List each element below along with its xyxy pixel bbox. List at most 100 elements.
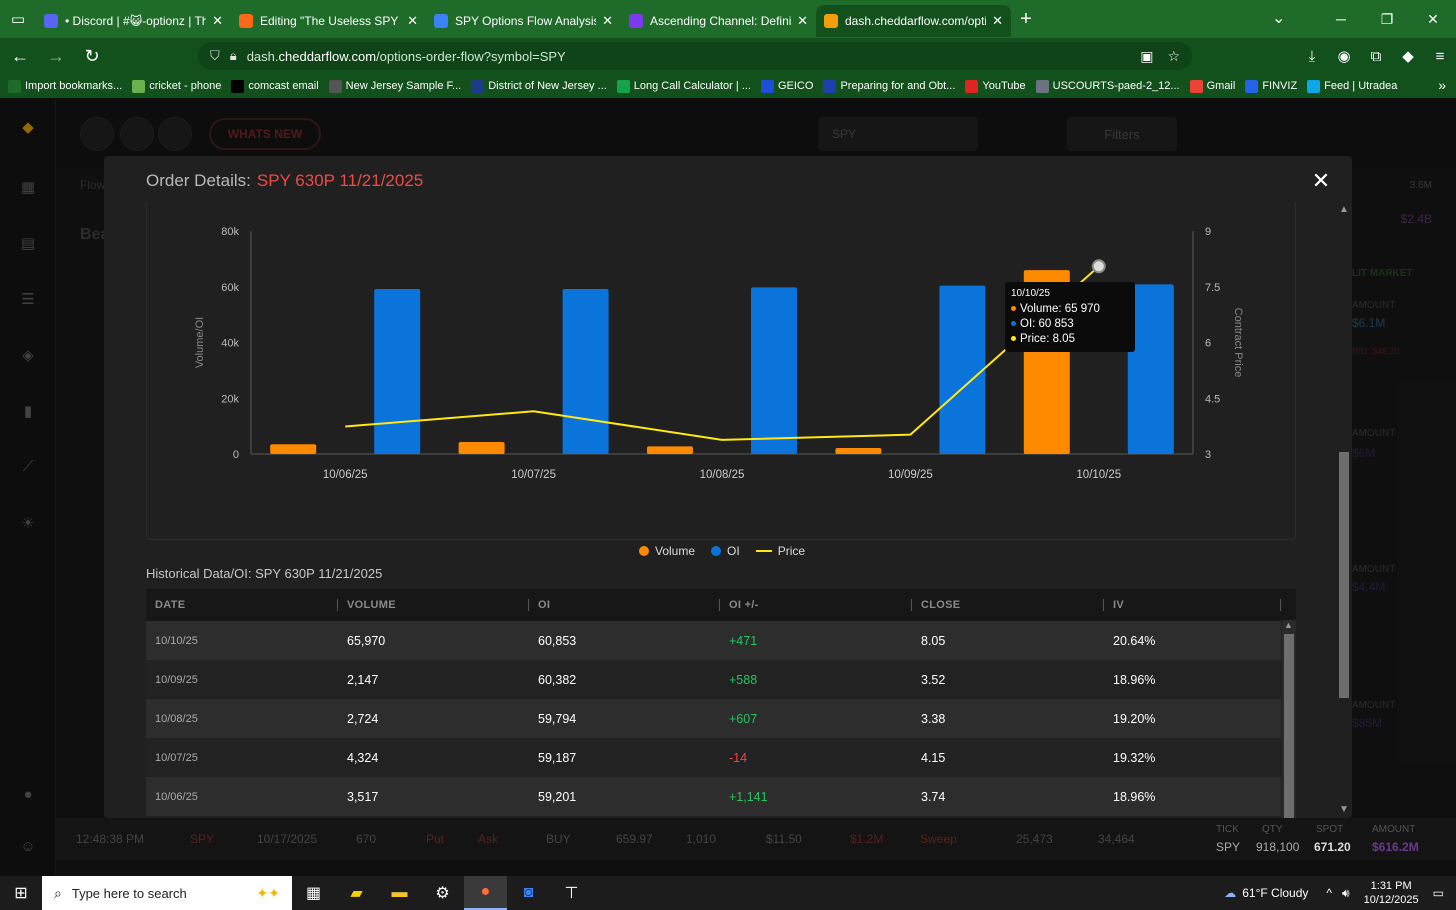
restore-icon[interactable]: ❐ bbox=[1364, 0, 1410, 38]
bookmark-item[interactable]: GEICO bbox=[760, 79, 813, 93]
bookmark-item[interactable]: FINVIZ bbox=[1245, 79, 1297, 93]
table-row[interactable]: 10/09/25 2,147 60,382 +588 3.52 18.96% bbox=[146, 660, 1281, 699]
volume-icon[interactable]: 🔊︎ bbox=[1342, 886, 1350, 901]
settings-icon[interactable]: ⚙ bbox=[421, 876, 464, 910]
col-iv[interactable]: IV bbox=[1104, 599, 1281, 611]
close-icon[interactable]: ✕ bbox=[1308, 168, 1334, 194]
account-icon[interactable]: ◉ bbox=[1328, 47, 1360, 65]
chart-svg: 0 20k 40k 60k 80k 3 4.5 6 7.5 9 Volume/OI Contract … bbox=[194, 226, 1244, 481]
cell-oi-change: -14 bbox=[729, 750, 748, 765]
legend-oi[interactable]: OI bbox=[711, 544, 740, 558]
tray-chevron-icon[interactable]: ^ bbox=[1326, 886, 1332, 900]
browser-tab[interactable]: • Discord | #😺-optionz | The U ✕ bbox=[36, 5, 231, 37]
browser-tab-bar: ▭ • Discord | #😺-optionz | The U✕Editing… bbox=[0, 0, 1456, 38]
cell-close: 3.38 bbox=[921, 711, 946, 726]
modal-title: Order Details: bbox=[146, 171, 251, 190]
shield-icon[interactable]: ⛉ bbox=[210, 48, 220, 64]
downloads-icon[interactable]: ⤓ bbox=[1296, 48, 1328, 65]
table-row[interactable]: 10/10/25 65,970 60,853 +471 8.05 20.64% bbox=[146, 621, 1281, 660]
bookmark-favicon-icon bbox=[1035, 79, 1049, 93]
bookmark-item[interactable]: District of New Jersey ... bbox=[471, 79, 607, 93]
tradingview-icon[interactable]: ⊤ bbox=[550, 876, 593, 910]
tab-favicon-icon bbox=[629, 14, 643, 28]
reader-view-icon[interactable]: ▣ bbox=[1140, 48, 1153, 65]
bookmark-item[interactable]: cricket - phone bbox=[132, 79, 221, 93]
browser-tab[interactable]: Ascending Channel: Definition, ✕ bbox=[621, 5, 816, 37]
lock-icon[interactable]: 🔒︎ bbox=[230, 48, 237, 64]
legend-price-label: Price bbox=[777, 544, 806, 558]
sticky-notes-icon[interactable]: ▰ bbox=[335, 876, 378, 910]
bookmark-favicon-icon bbox=[1307, 79, 1321, 93]
y2-tick-label: 9 bbox=[1205, 226, 1211, 238]
bookmark-label: Gmail bbox=[1206, 80, 1236, 92]
messenger-icon[interactable]: ◙ bbox=[507, 876, 550, 910]
browser-tab[interactable]: SPY Options Flow Analysis - Rea ✕ bbox=[426, 5, 621, 37]
bookmark-item[interactable]: YouTube bbox=[965, 79, 1026, 93]
back-icon[interactable]: ← bbox=[4, 40, 36, 72]
bookmark-item[interactable]: Import bookmarks... bbox=[8, 79, 122, 93]
row-type: BUY bbox=[546, 832, 571, 846]
bookmark-star-icon[interactable]: ☆ bbox=[1167, 48, 1180, 65]
tab-close-icon[interactable]: ✕ bbox=[992, 13, 1003, 29]
windows-start-icon[interactable]: ⊞ bbox=[0, 876, 42, 910]
tab-overview-chevron-icon[interactable]: ⌄ bbox=[1272, 8, 1285, 28]
bookmark-item[interactable]: Long Call Calculator | ... bbox=[616, 79, 751, 93]
bookmark-item[interactable]: New Jersey Sample F... bbox=[328, 79, 461, 93]
col-oi-change[interactable]: OI +/- bbox=[720, 599, 912, 611]
modal-scroll-thumb[interactable] bbox=[1339, 452, 1349, 698]
tab-close-icon[interactable]: ✕ bbox=[602, 13, 613, 29]
scroll-up-icon[interactable]: ▲ bbox=[1284, 620, 1293, 630]
tab-list-menu-icon[interactable]: ▭ bbox=[0, 0, 36, 38]
flow-table-row[interactable]: 12:48:38 PM SPY 10/17/2025 670 Put Ask B… bbox=[56, 818, 1456, 860]
legend-price[interactable]: Price bbox=[755, 544, 806, 558]
file-explorer-icon[interactable]: ▬ bbox=[378, 876, 421, 910]
minimize-icon[interactable]: ─ bbox=[1318, 0, 1364, 38]
oi-bar bbox=[562, 289, 609, 454]
ticker-head-spot: SPOT bbox=[1316, 824, 1344, 835]
col-oi[interactable]: OI bbox=[529, 599, 720, 611]
cell-iv: 19.20% bbox=[1113, 711, 1156, 726]
cell-close: 3.52 bbox=[921, 672, 946, 687]
reload-icon[interactable]: ↻ bbox=[76, 40, 108, 72]
taskbar-search[interactable]: ⌕ Type here to search ✦✦ bbox=[42, 876, 292, 910]
firefox-icon[interactable]: ● bbox=[464, 876, 507, 910]
cell-oi: 59,794 bbox=[538, 711, 577, 726]
bookmark-item[interactable]: Preparing for and Obt... bbox=[823, 79, 956, 93]
modal-scrollbar[interactable]: ▲ ▼ bbox=[1336, 204, 1352, 818]
bookmarks-overflow-icon[interactable]: » bbox=[1438, 77, 1446, 93]
table-scrollbar[interactable]: ▲ bbox=[1282, 620, 1296, 818]
col-volume[interactable]: VOLUME bbox=[338, 599, 529, 611]
notifications-icon[interactable]: ▭ bbox=[1433, 886, 1444, 900]
close-window-icon[interactable]: ✕ bbox=[1410, 0, 1456, 38]
bookmark-item[interactable]: Gmail bbox=[1189, 79, 1236, 93]
browser-tab[interactable]: dash.cheddarflow.com/options- ✕ bbox=[816, 5, 1011, 37]
clock[interactable]: 1:31 PM 10/12/2025 bbox=[1364, 879, 1419, 907]
col-date[interactable]: DATE bbox=[146, 599, 338, 611]
bookmark-label: Preparing for and Obt... bbox=[840, 80, 956, 92]
bookmark-item[interactable]: USCOURTS-paed-2_12... bbox=[1035, 79, 1180, 93]
forward-icon[interactable]: → bbox=[40, 40, 72, 72]
extension-badge-icon[interactable]: ◆ bbox=[1392, 47, 1424, 65]
bookmark-item[interactable]: Feed | Utradea bbox=[1307, 79, 1397, 93]
weather-widget[interactable]: ☁ 61°F Cloudy bbox=[1224, 886, 1308, 900]
modal-scroll-down-icon[interactable]: ▼ bbox=[1339, 804, 1349, 815]
bookmark-item[interactable]: comcast email bbox=[231, 79, 319, 93]
app-menu-icon[interactable]: ≡ bbox=[1424, 48, 1456, 65]
extensions-icon[interactable]: ⧉ bbox=[1360, 48, 1392, 65]
tab-close-icon[interactable]: ✕ bbox=[212, 13, 223, 29]
address-bar[interactable]: ⛉ 🔒︎ dash. cheddarflow.com/options-order-… bbox=[198, 42, 1192, 70]
legend-volume[interactable]: Volume bbox=[639, 544, 695, 558]
new-tab-button[interactable]: + bbox=[1011, 8, 1041, 31]
table-scroll-thumb[interactable] bbox=[1284, 634, 1294, 818]
col-close[interactable]: CLOSE bbox=[912, 599, 1104, 611]
tab-close-icon[interactable]: ✕ bbox=[407, 13, 418, 29]
tab-close-icon[interactable]: ✕ bbox=[797, 13, 808, 29]
volume-dot-icon bbox=[1011, 306, 1016, 312]
calculator-icon[interactable]: ▦ bbox=[292, 876, 335, 910]
table-row[interactable]: 10/08/25 2,724 59,794 +607 3.38 19.20% bbox=[146, 699, 1281, 738]
price-point-highlight bbox=[1091, 259, 1106, 274]
browser-tab[interactable]: Editing "The Useless SPY report ✕ bbox=[231, 5, 426, 37]
modal-scroll-up-icon[interactable]: ▲ bbox=[1339, 204, 1349, 215]
table-row[interactable]: 10/06/25 3,517 59,201 +1,141 3.74 18.96% bbox=[146, 777, 1281, 816]
table-row[interactable]: 10/07/25 4,324 59,187 -14 4.15 19.32% bbox=[146, 738, 1281, 777]
